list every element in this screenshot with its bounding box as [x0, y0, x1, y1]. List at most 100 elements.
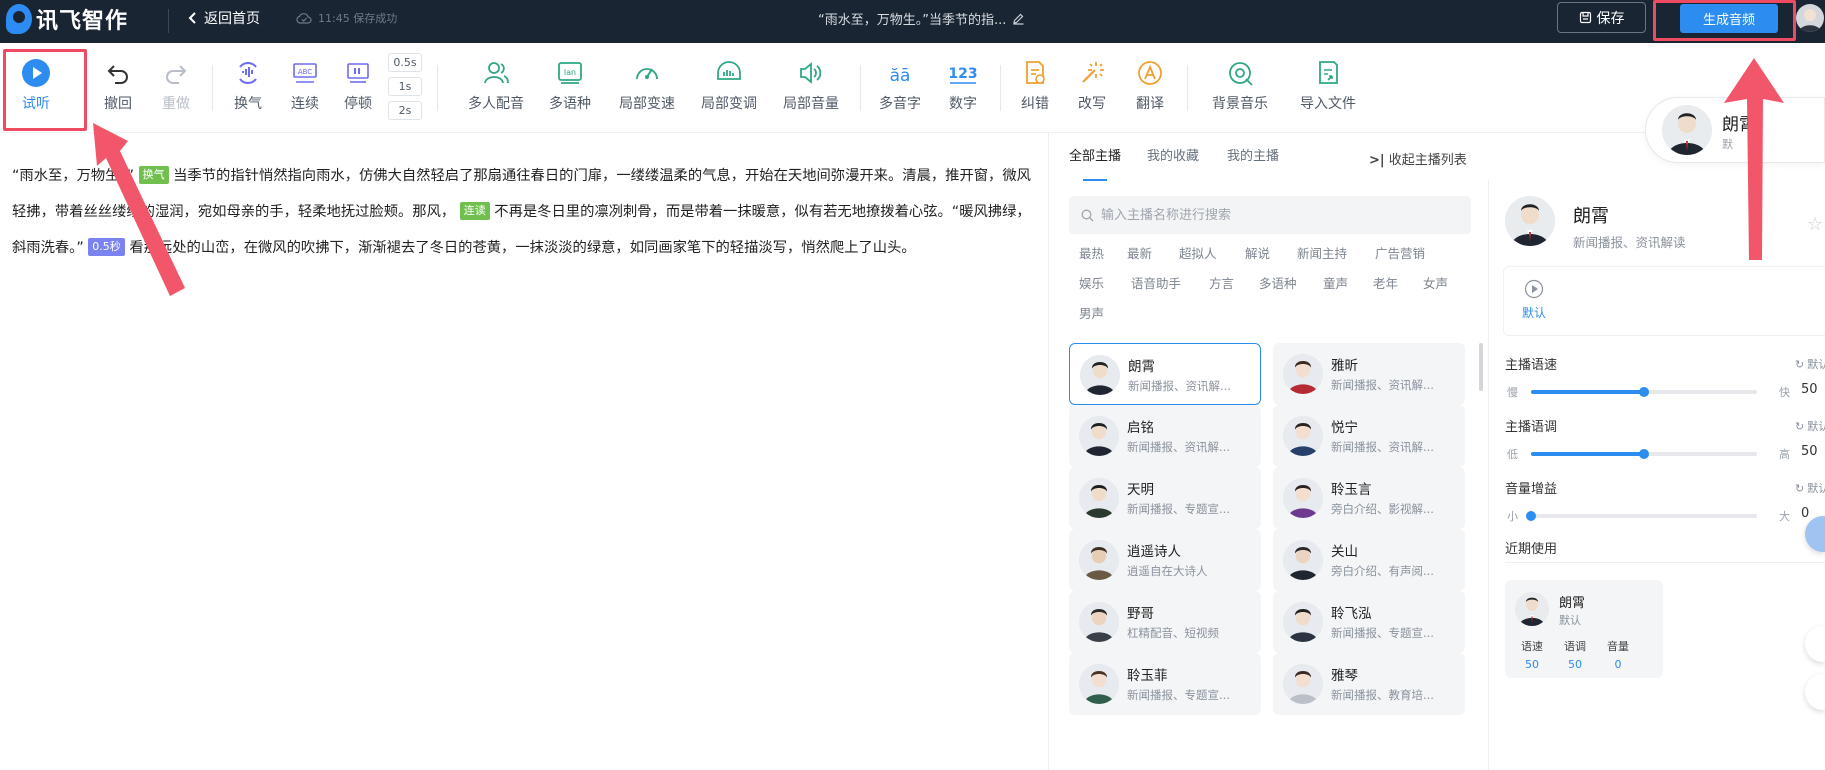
edit-pencil-icon[interactable] [1012, 12, 1025, 25]
pitch-slider-knob[interactable] [1639, 449, 1649, 459]
anchor-card-3[interactable]: 启铭 新闻播报、资讯解... [1069, 405, 1261, 467]
category-item[interactable]: 方言 [1209, 273, 1234, 292]
correct-button[interactable]: 纠错 [1017, 57, 1053, 113]
person-avatar-icon [1079, 416, 1119, 456]
pause-tag[interactable]: 0.5秒 [88, 238, 125, 256]
editor-text-4: 看那远处的山峦，在微风的吹拂下，渐渐褪去了冬日的苍黄，一抹淡淡的绿意，如同画家笔… [129, 240, 916, 256]
person-avatar-icon [1283, 540, 1323, 580]
header-divider [168, 9, 169, 33]
anchor-card-5[interactable]: 天明 新闻播报、专题宣... [1069, 467, 1261, 529]
highlight-box-preview [3, 49, 87, 131]
volume-reset-button[interactable]: ↻ 默认 [1795, 480, 1825, 496]
pitch-reset-button[interactable]: ↻ 默认 [1795, 418, 1825, 434]
detail-name: 朗霄 [1573, 206, 1609, 227]
category-item[interactable]: 语音助手 [1131, 273, 1181, 292]
save-status: 11:45 保存成功 [296, 10, 397, 26]
back-home-button[interactable]: 返回首页 [188, 8, 260, 28]
anchor-name: 雅琴 [1331, 668, 1358, 684]
anchor-card-2[interactable]: 雅昕 新闻播报、资讯解... [1273, 343, 1465, 405]
anchor-card-7[interactable]: 逍遥诗人 逍遥自在大诗人 [1069, 529, 1261, 591]
anchor-card-9[interactable]: 野哥 杠精配音、短视频 [1069, 591, 1261, 653]
category-item[interactable]: 最新 [1127, 243, 1152, 262]
volume-slider-knob[interactable] [1526, 511, 1536, 521]
person-avatar-icon [1283, 354, 1323, 394]
highlight-box-generate [1653, 0, 1796, 41]
pause-option-2s[interactable]: 2s [388, 101, 422, 120]
redo-button[interactable]: 重做 [158, 57, 194, 113]
local-volume-button[interactable]: 局部音量 [780, 57, 842, 113]
speed-slider[interactable] [1531, 387, 1757, 397]
local-speed-button[interactable]: 局部变速 [616, 57, 678, 113]
volume-value[interactable]: 0 [1801, 506, 1809, 521]
tab-my-anchors[interactable]: 我的主播 [1227, 133, 1279, 181]
text-editor[interactable]: “雨水至，万物生。” 换气 当季节的指针悄然指向雨水，仿佛大自然轻启了那扇通往春… [12, 158, 1037, 266]
category-item[interactable]: 娱乐 [1079, 273, 1104, 292]
volume-slider[interactable] [1526, 511, 1757, 521]
undo-label: 撤回 [104, 96, 132, 112]
pitch-value[interactable]: 50 [1801, 444, 1818, 459]
toolbar-divider [1000, 65, 1001, 111]
collapse-anchor-list-button[interactable]: >| 收起主播列表 [1369, 149, 1467, 168]
category-item[interactable]: 解说 [1245, 243, 1270, 262]
speed-max-label: 快 [1779, 386, 1790, 399]
music-icon [1226, 57, 1254, 89]
voice-style-default[interactable]: 默认 [1522, 279, 1546, 321]
user-avatar[interactable] [1796, 4, 1824, 32]
pause-button[interactable]: 停顿 [340, 57, 376, 113]
category-item[interactable]: 广告营销 [1375, 243, 1425, 262]
undo-button[interactable]: 撤回 [100, 57, 136, 113]
anchor-card-10[interactable]: 聆飞泓 新闻播报、专题宣... [1273, 591, 1465, 653]
rewrite-button[interactable]: 改写 [1074, 57, 1110, 113]
favorite-star-icon[interactable]: ☆ [1807, 214, 1823, 235]
anchor-search-input[interactable] [1101, 207, 1441, 223]
speed-slider-knob[interactable] [1639, 387, 1649, 397]
category-item[interactable]: 最热 [1079, 243, 1104, 262]
category-item[interactable]: 老年 [1373, 273, 1398, 292]
anchor-card-12[interactable]: 雅琴 新闻播报、教育培... [1273, 653, 1465, 715]
breath-tag[interactable]: 换气 [138, 166, 169, 184]
anchor-description: 新闻播报、专题宣... [1127, 688, 1230, 702]
tab-my-favorites[interactable]: 我的收藏 [1147, 133, 1199, 181]
speed-reset-button[interactable]: ↻ 默认 [1795, 356, 1825, 372]
anchor-card-11[interactable]: 聆玉菲 新闻播报、专题宣... [1069, 653, 1261, 715]
category-item[interactable]: 新闻主持 [1297, 243, 1347, 262]
anchor-card-8[interactable]: 关山 旁白介绍、有声阅... [1273, 529, 1465, 591]
import-file-button[interactable]: 导入文件 [1297, 57, 1359, 113]
category-item[interactable]: 多语种 [1259, 273, 1297, 292]
translate-button[interactable]: 翻译 [1132, 57, 1168, 113]
pitch-max-label: 高 [1779, 448, 1790, 461]
save-button[interactable]: 保存 [1557, 2, 1646, 33]
category-item[interactable]: 女声 [1423, 273, 1448, 292]
pause-option-1s[interactable]: 1s [388, 77, 422, 96]
top-header: 讯飞智作 返回首页 11:45 保存成功 “雨水至，万物生。”当季节的指... … [0, 0, 1825, 43]
multi-language-button[interactable]: lan 多语种 [546, 57, 594, 113]
document-title[interactable]: “雨水至，万物生。”当季节的指... [818, 9, 1025, 28]
app-logo[interactable]: 讯飞智作 [6, 3, 128, 35]
anchor-list-scrollbar[interactable] [1479, 343, 1483, 391]
category-item[interactable]: 童声 [1323, 273, 1348, 292]
polyphone-button[interactable]: ăā 多音字 [876, 57, 924, 113]
volume-reset-label: 默认 [1807, 482, 1825, 495]
pause-option-05s[interactable]: 0.5s [388, 53, 422, 72]
tab-all-anchors[interactable]: 全部主播 [1069, 133, 1121, 181]
background-music-button[interactable]: 背景音乐 [1209, 57, 1271, 113]
category-item[interactable]: 男声 [1079, 303, 1104, 322]
number-button[interactable]: 123 数字 [945, 57, 981, 113]
local-pitch-button[interactable]: 局部变调 [698, 57, 760, 113]
anchor-search-box[interactable] [1069, 196, 1471, 234]
anchor-card-1[interactable]: 朗霄 新闻播报、资讯解... [1069, 343, 1261, 405]
volume-min-label: 小 [1507, 510, 1518, 523]
breath-button[interactable]: 换气 [230, 57, 266, 113]
anchor-card-4[interactable]: 悦宁 新闻播报、资讯解... [1273, 405, 1465, 467]
person-avatar-icon [1283, 478, 1323, 518]
speed-value[interactable]: 50 [1801, 382, 1818, 397]
liaison-tag[interactable]: 连读 [459, 202, 490, 220]
anchor-card-6[interactable]: 聆玉言 旁白介绍、影视解... [1273, 467, 1465, 529]
recent-anchor-card[interactable]: 朗霄 默认 语速 50 语调 50 音量 0 [1505, 580, 1663, 678]
current-narrator-card[interactable]: 朗霄 默 [1645, 97, 1825, 163]
anchor-avatar [1080, 355, 1120, 395]
liaison-button[interactable]: ABC 连续 [287, 57, 323, 113]
multi-voice-button[interactable]: 多人配音 [465, 57, 527, 113]
pitch-slider[interactable] [1531, 449, 1757, 459]
category-item[interactable]: 超拟人 [1179, 243, 1217, 262]
